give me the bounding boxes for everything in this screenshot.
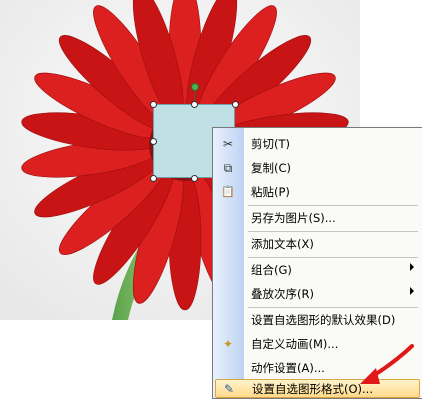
animation-icon: ✦ [222, 337, 234, 351]
rotation-handle[interactable] [191, 83, 199, 91]
menu-item-label: 剪切(T) [251, 137, 290, 151]
menu-item-cut[interactable]: ✂ 剪切(T) [213, 132, 422, 156]
menu-item-label: 复制(C) [251, 161, 292, 175]
resize-handle-top-right[interactable] [232, 101, 239, 108]
menu-item-order[interactable]: 叠放次序(R) [213, 282, 422, 306]
menu-item-label: 组合(G) [251, 263, 292, 277]
submenu-arrow-icon [410, 287, 414, 295]
scissors-icon: ✂ [222, 137, 234, 151]
menu-item-label: 另存为图片(S)... [251, 211, 336, 225]
resize-handle-bottom-left[interactable] [150, 175, 157, 182]
annotation-arrow-icon [360, 344, 414, 384]
menu-item-label: 动作设置(A)... [251, 361, 325, 375]
menu-item-label: 自定义动画(M)... [251, 337, 339, 351]
menu-item-paste[interactable]: 📋 粘贴(P) [213, 180, 422, 204]
menu-item-save-as-picture[interactable]: 另存为图片(S)... [213, 206, 422, 230]
menu-item-copy[interactable]: ⧉ 复制(C) [213, 156, 422, 180]
menu-item-add-text[interactable]: 添加文本(X) [213, 232, 422, 256]
copy-icon: ⧉ [223, 161, 233, 175]
format-shape-icon: ✎ [223, 382, 235, 396]
menu-item-label: 添加文本(X) [251, 237, 314, 251]
menu-item-set-default-effect[interactable]: 设置自选图形的默认效果(D) [213, 308, 422, 332]
menu-item-label: 叠放次序(R) [251, 287, 314, 301]
submenu-arrow-icon [410, 263, 414, 271]
resize-handle-bottom[interactable] [191, 175, 198, 182]
resize-handle-top[interactable] [191, 101, 198, 108]
menu-item-group[interactable]: 组合(G) [213, 258, 422, 282]
resize-handle-left[interactable] [150, 138, 157, 145]
paste-icon: 📋 [221, 185, 235, 198]
menu-item-label: 粘贴(P) [251, 185, 290, 199]
menu-item-label: 设置自选图形的默认效果(D) [251, 313, 396, 327]
resize-handle-top-left[interactable] [150, 101, 157, 108]
